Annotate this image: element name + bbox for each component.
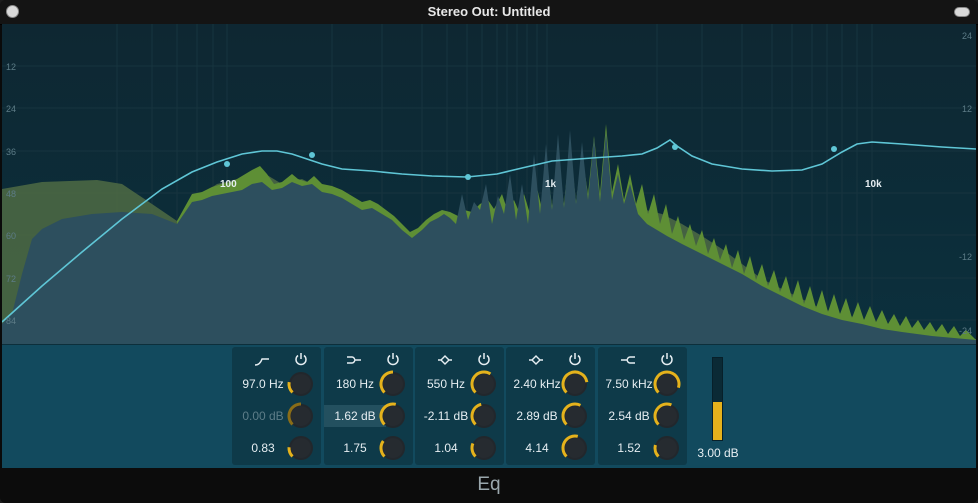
output-gain-value: 3.00 dB <box>697 446 739 460</box>
band-gain-value[interactable]: -2.11 dB <box>415 405 477 427</box>
band-node-4[interactable] <box>672 144 678 150</box>
power-icon[interactable] <box>568 352 582 366</box>
band-frequency-value[interactable]: 7.50 kHz <box>598 373 660 395</box>
power-icon[interactable] <box>660 352 674 366</box>
band-q-knob[interactable] <box>286 433 316 463</box>
plugin-name-bar: Eq <box>0 468 978 503</box>
band-frequency-value[interactable]: 550 Hz <box>415 373 477 395</box>
band-controls-panel: 97.0 Hz 0.00 dB 0.83 180 Hz 1.62 dB 1.75 550 H… <box>2 344 976 469</box>
left-scale-label: 84 <box>6 316 16 326</box>
freq-label-1k: 1k <box>545 179 557 190</box>
left-scale-label: 60 <box>6 231 16 241</box>
band-q-knob[interactable] <box>652 433 682 463</box>
band-frequency-knob[interactable] <box>652 369 682 399</box>
bell-icon[interactable] <box>528 353 544 365</box>
right-scale-label: -12 <box>959 252 972 262</box>
band-q-knob[interactable] <box>469 433 499 463</box>
band-q-value[interactable]: 1.75 <box>324 437 386 459</box>
band-node-1[interactable] <box>224 161 230 167</box>
left-scale-label: 24 <box>6 104 16 114</box>
band-frequency-knob[interactable] <box>286 369 316 399</box>
plugin-name: Eq <box>477 474 501 495</box>
high-pass-icon[interactable] <box>254 353 270 366</box>
freq-label-100: 100 <box>220 179 237 190</box>
left-scale-label: 12 <box>6 62 16 72</box>
window-options-button[interactable] <box>954 7 970 17</box>
band-gain-value[interactable]: 2.89 dB <box>506 405 568 427</box>
bell-icon[interactable] <box>437 353 453 365</box>
band-gain-knob[interactable] <box>560 401 590 431</box>
right-scale-label: 24 <box>962 31 972 41</box>
power-icon[interactable] <box>386 352 400 366</box>
band-q-value[interactable]: 4.14 <box>506 437 568 459</box>
right-scale-label: -24 <box>959 326 972 336</box>
window-title: Stereo Out: Untitled <box>427 4 551 19</box>
band-q-value[interactable]: 1.52 <box>598 437 660 459</box>
band-3: 550 Hz -2.11 dB 1.04 <box>415 347 504 465</box>
title-bar: Stereo Out: Untitled <box>0 0 978 25</box>
band-gain-value[interactable]: 1.62 dB <box>324 405 386 427</box>
high-shelf-icon[interactable] <box>620 353 636 365</box>
band-5: 7.50 kHz 2.54 dB 1.52 <box>598 347 687 465</box>
band-frequency-value[interactable]: 97.0 Hz <box>232 373 294 395</box>
band-gain-knob[interactable] <box>378 401 408 431</box>
band-q-value[interactable]: 0.83 <box>232 437 294 459</box>
band-4: 2.40 kHz 2.89 dB 4.14 <box>506 347 595 465</box>
band-gain-knob[interactable] <box>652 401 682 431</box>
band-q-knob[interactable] <box>378 433 408 463</box>
band-gain-value[interactable]: 2.54 dB <box>598 405 660 427</box>
band-frequency-knob[interactable] <box>378 369 408 399</box>
output-gain-meter[interactable] <box>712 357 723 441</box>
right-scale-label: 12 <box>962 104 972 114</box>
band-q-value[interactable]: 1.04 <box>415 437 477 459</box>
band-gain-value[interactable]: 0.00 dB <box>232 405 294 427</box>
left-scale-label: 48 <box>6 189 16 199</box>
left-scale-label: 72 <box>6 274 16 284</box>
power-icon[interactable] <box>294 352 308 366</box>
freq-label-10k: 10k <box>865 179 882 190</box>
band-gain-knob[interactable] <box>469 401 499 431</box>
power-icon[interactable] <box>477 352 491 366</box>
band-node-2[interactable] <box>309 152 315 158</box>
output-gain-meter-fill <box>713 402 722 440</box>
band-q-knob[interactable] <box>560 433 590 463</box>
band-node-5[interactable] <box>831 146 837 152</box>
band-frequency-knob[interactable] <box>469 369 499 399</box>
left-scale-label: 36 <box>6 147 16 157</box>
band-frequency-knob[interactable] <box>560 369 590 399</box>
band-frequency-value[interactable]: 180 Hz <box>324 373 386 395</box>
band-gain-knob[interactable] <box>286 401 316 431</box>
low-shelf-icon[interactable] <box>346 353 362 365</box>
band-1: 97.0 Hz 0.00 dB 0.83 <box>232 347 321 465</box>
eq-graph[interactable]: 12 24 36 48 60 72 84 24 12 -12 -24 100 1… <box>2 24 976 344</box>
band-node-3[interactable] <box>465 174 471 180</box>
band-2: 180 Hz 1.62 dB 1.75 <box>324 347 413 465</box>
plugin-window: Stereo Out: Untitled 12 24 36 48 60 72 8… <box>0 0 978 503</box>
band-frequency-value[interactable]: 2.40 kHz <box>506 373 568 395</box>
